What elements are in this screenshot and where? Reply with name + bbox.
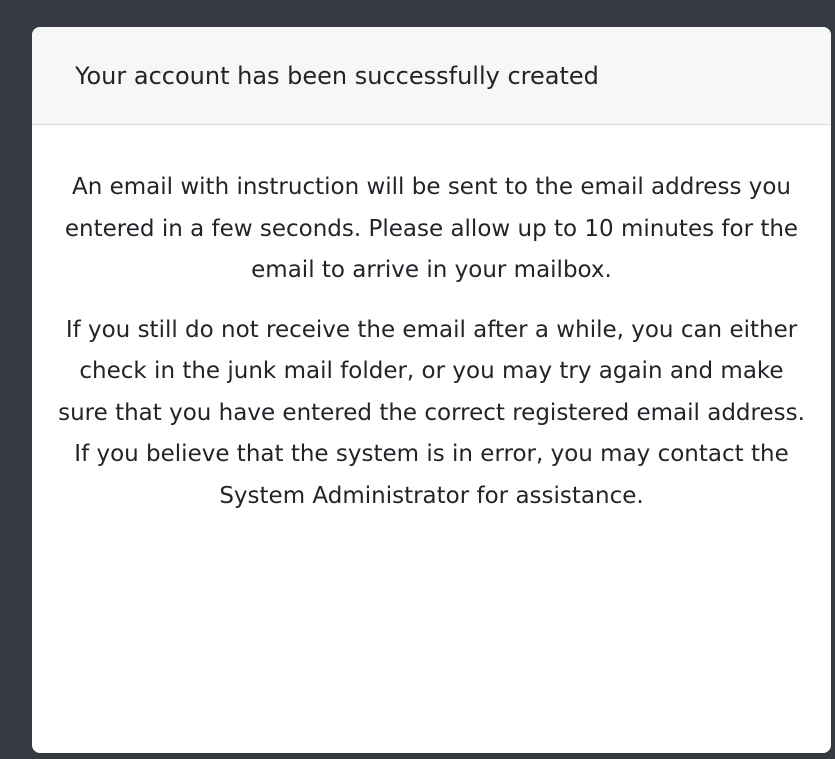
help-paragraph: If you still do not receive the email af…	[58, 316, 805, 509]
card-title: Your account has been successfully creat…	[75, 61, 599, 90]
card-body: An email with instruction will be sent t…	[32, 125, 831, 517]
instruction-paragraph: An email with instruction will be sent t…	[64, 174, 799, 283]
card-header: Your account has been successfully creat…	[32, 27, 831, 125]
success-card: Your account has been successfully creat…	[32, 27, 831, 753]
